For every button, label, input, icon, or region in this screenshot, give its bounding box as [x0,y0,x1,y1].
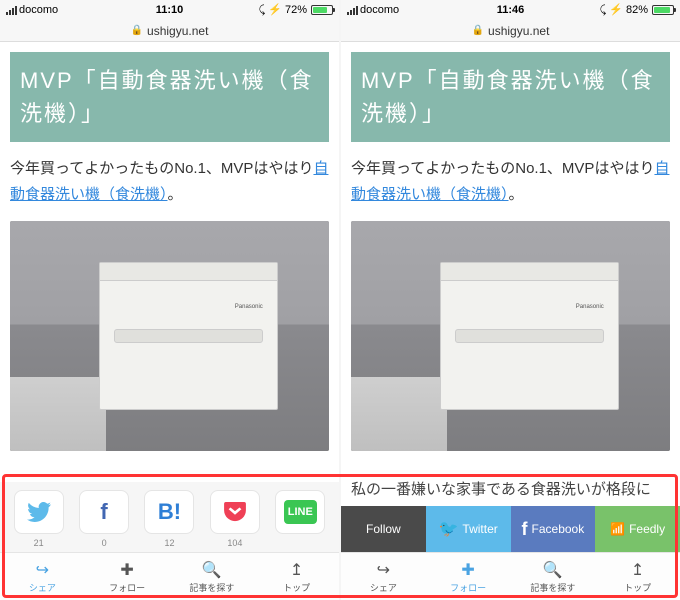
intro-paragraph: 今年買ってよかったものNo.1、MVPはやはり自動食器洗い機（食洗機）。 [351,156,670,207]
status-bar: docomo 11:10 ⤹ ⚡ 72% [0,0,339,20]
plus-icon: ✚ [120,560,133,580]
follow-bar: Follow 🐦Twitter fFacebook 📶Feedly [341,506,680,552]
tab-follow[interactable]: ✚フォロー [426,553,511,600]
top-icon: ↥ [290,560,303,580]
tab-share[interactable]: ↪シェア [341,553,426,600]
follow-feedly-button[interactable]: 📶Feedly [595,506,680,552]
bottom-overlay: Follow 🐦Twitter fFacebook 📶Feedly ↪シェア ✚… [341,506,680,600]
tab-share[interactable]: ↪シェア [0,553,85,600]
status-indicators: ⤹ ⚡ 72% [259,3,307,17]
tab-search[interactable]: 🔍記事を探す [511,553,596,600]
article-heading: MVP「自動食器洗い機（食洗機）」 [351,52,670,142]
tab-bar: ↪シェア ✚フォロー 🔍記事を探す ↥トップ [341,552,680,600]
battery-icon [311,5,333,15]
lock-icon: 🔒 [131,25,143,36]
follow-twitter-button[interactable]: 🐦Twitter [426,506,511,552]
share-count: 104 [227,538,242,548]
plus-icon: ✚ [461,560,474,580]
phone-left: docomo 11:10 ⤹ ⚡ 72% 🔒 ushigyu.net MVP「自… [0,0,339,600]
share-twitter-button[interactable] [14,490,64,534]
lock-icon: 🔒 [472,25,484,36]
tab-top[interactable]: ↥トップ [254,553,339,600]
phone-right: docomo 11:46 ⤹ ⚡ 82% 🔒 ushigyu.net MVP「自… [341,0,680,600]
share-hatena-button[interactable]: B! [144,490,194,534]
signal-icon [347,6,358,15]
top-icon: ↥ [631,560,644,580]
intro-paragraph: 今年買ってよかったものNo.1、MVPはやはり自動食器洗い機（食洗機）。 [10,156,329,207]
facebook-icon: f [522,519,528,540]
status-indicators: ⤹ ⚡ 82% [600,3,648,17]
status-bar: docomo 11:46 ⤹ ⚡ 82% [341,0,680,20]
dishwasher-photo: Panasonic [351,221,670,451]
hatena-icon: B! [158,499,181,525]
tab-search[interactable]: 🔍記事を探す [170,553,255,600]
tab-top[interactable]: ↥トップ [595,553,680,600]
search-icon: 🔍 [543,560,563,580]
battery-icon [652,5,674,15]
truncated-paragraph: 私の一番嫌いな家事である食器洗いが格段に [341,477,680,507]
page-content[interactable]: MVP「自動食器洗い機（食洗機）」 今年買ってよかったものNo.1、MVPはやは… [0,42,339,482]
carrier-label: docomo [19,4,58,16]
feedly-icon: 📶 [610,522,625,536]
share-count: 0 [102,538,107,548]
clock: 11:10 [115,4,224,16]
share-line-button[interactable]: LINE [275,490,325,534]
share-icon: ↪ [377,560,390,580]
share-icon: ↪ [36,560,49,580]
browser-url-bar[interactable]: 🔒 ushigyu.net [341,20,680,42]
search-icon: 🔍 [202,560,222,580]
share-count: 12 [164,538,174,548]
share-count: 21 [34,538,44,548]
pocket-icon [224,502,246,522]
tab-bar: ↪シェア ✚フォロー 🔍記事を探す ↥トップ [0,552,339,600]
bottom-overlay: 21 f0 B!12 104 LINE 約できるようになりました。 ↪シェア ✚… [0,482,339,600]
browser-url-bar[interactable]: 🔒 ushigyu.net [0,20,339,42]
page-content[interactable]: MVP「自動食器洗い機（食洗機）」 今年買ってよかったものNo.1、MVPはやは… [341,42,680,477]
tab-follow[interactable]: ✚フォロー [85,553,170,600]
carrier-label: docomo [360,4,399,16]
share-pocket-button[interactable] [210,490,260,534]
dishwasher-photo: Panasonic [10,221,329,451]
signal-icon [6,6,17,15]
twitter-icon [27,502,51,522]
share-bar: 21 f0 B!12 104 LINE 約できるようになりました。 [0,482,339,552]
follow-label-button[interactable]: Follow [341,506,426,552]
article-heading: MVP「自動食器洗い機（食洗機）」 [10,52,329,142]
clock: 11:46 [456,4,565,16]
line-icon: LINE [284,500,317,524]
domain-label: ushigyu.net [147,24,208,38]
twitter-icon: 🐦 [438,519,458,539]
domain-label: ushigyu.net [488,24,549,38]
follow-facebook-button[interactable]: fFacebook [511,506,596,552]
facebook-icon: f [100,499,107,525]
share-facebook-button[interactable]: f [79,490,129,534]
